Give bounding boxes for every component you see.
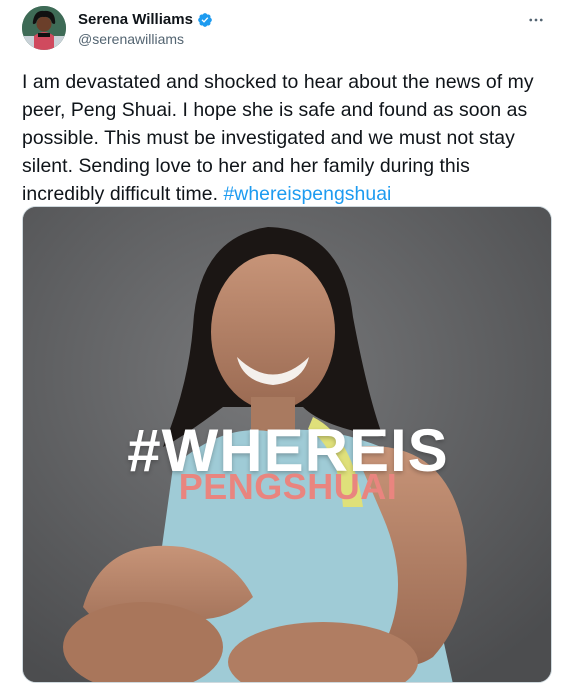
- tweet-header: Serena Williams @serenawilliams: [22, 6, 548, 52]
- media-overlay-subline: PENGSHUAI: [178, 466, 398, 507]
- tweet-media-image[interactable]: #WHEREIS PENGSHUAI: [22, 206, 552, 683]
- more-options-icon: [529, 18, 543, 22]
- avatar-illustration-icon: [22, 6, 66, 50]
- author-names: Serena Williams @serenawilliams: [78, 11, 213, 47]
- author-display-name[interactable]: Serena Williams: [78, 11, 193, 28]
- author-avatar[interactable]: [22, 6, 66, 50]
- tweet-card[interactable]: Serena Williams @serenawilliams I am dev…: [0, 0, 562, 692]
- more-options-button[interactable]: [524, 8, 548, 32]
- tweet-text: I am devastated and shocked to hear abou…: [22, 68, 550, 208]
- author-handle[interactable]: @serenawilliams: [78, 31, 213, 47]
- verified-badge-icon: [198, 12, 212, 27]
- hashtag-link[interactable]: #whereispengshuai: [223, 183, 391, 205]
